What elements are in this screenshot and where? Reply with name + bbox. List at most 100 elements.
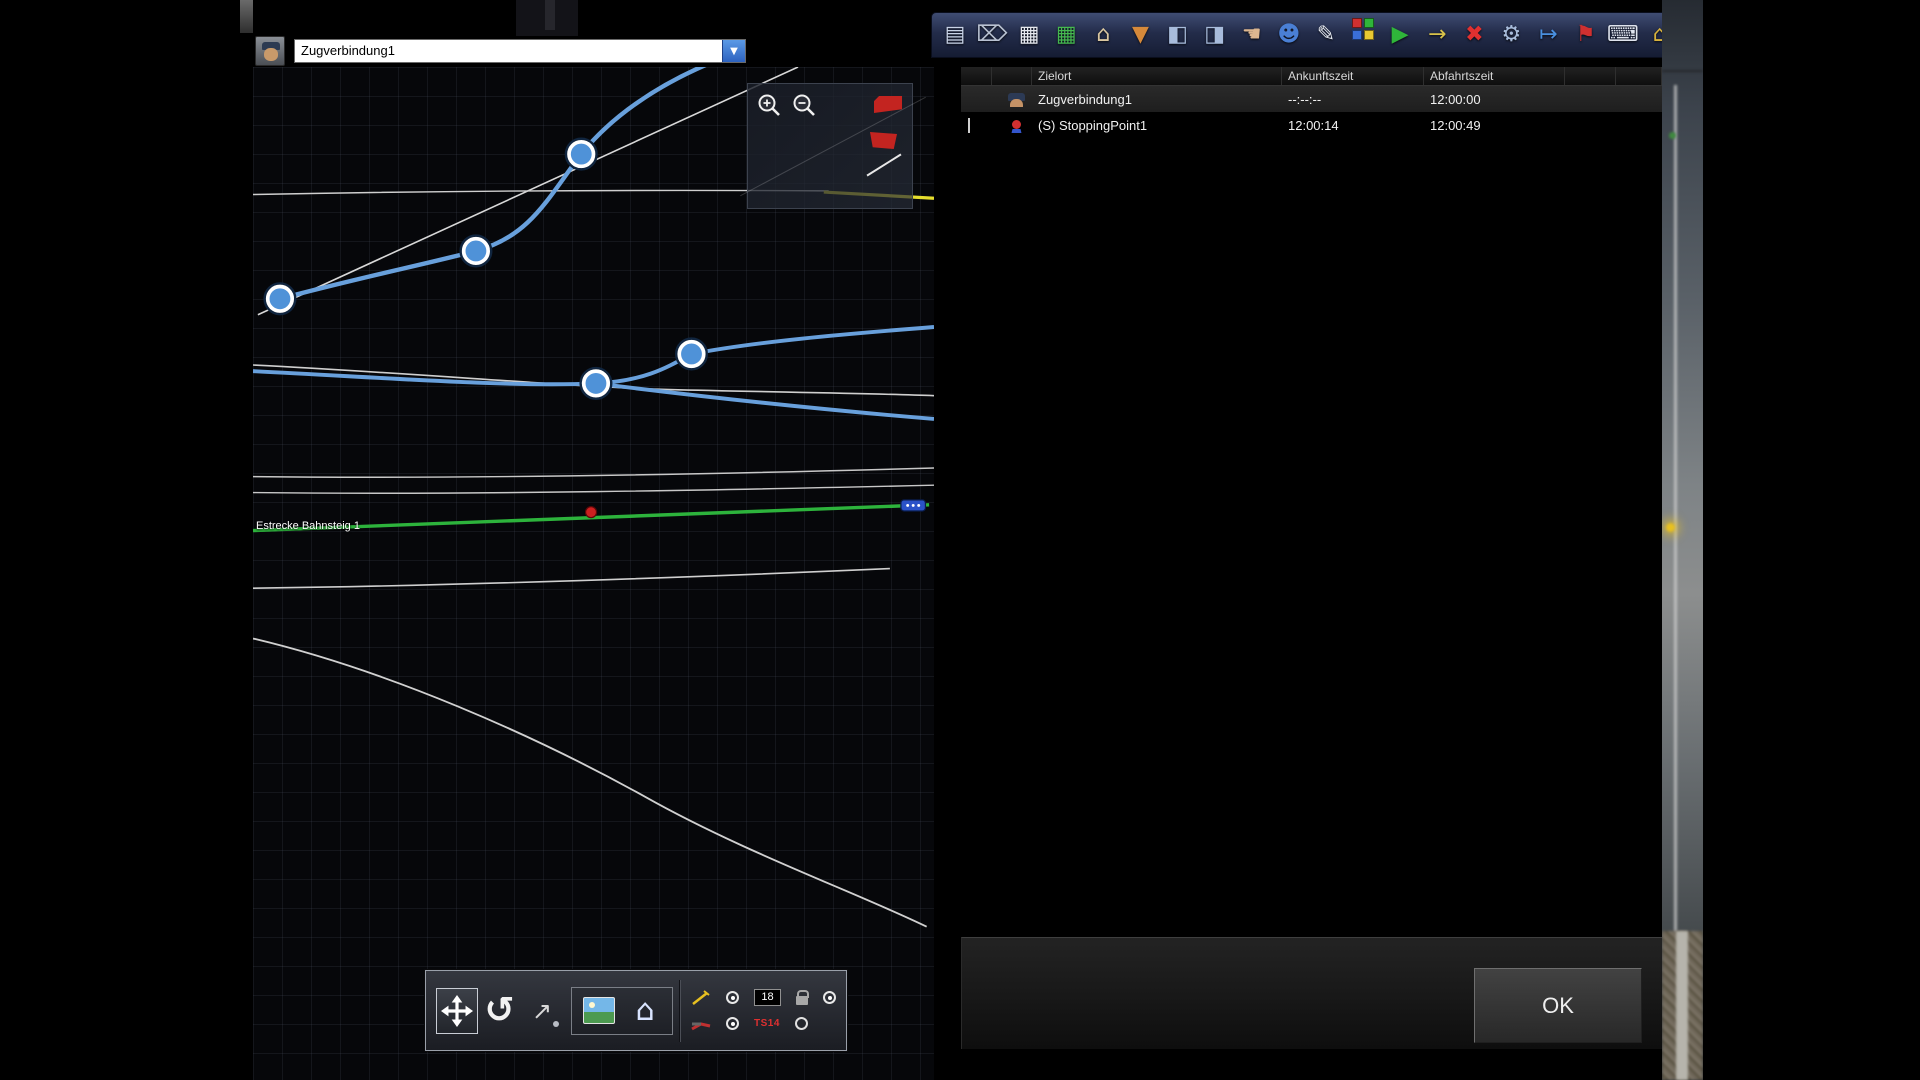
rotate-icon: ↺ — [485, 993, 515, 1029]
stop-marker[interactable] — [586, 507, 597, 518]
goto-pin-button[interactable]: ↗ — [521, 988, 563, 1034]
game-world-strip — [1662, 0, 1703, 1080]
rotate-button[interactable]: ↺ — [478, 988, 520, 1034]
switch-option-icon[interactable] — [691, 1017, 711, 1031]
top-toolbar: ▤⌦▦▦⌂▼◧◨☚☻✎▶→✖⚙↦⚑⌨⌂ — [931, 12, 1684, 58]
row-departure: 12:00:49 — [1424, 118, 1565, 133]
train-marker[interactable] — [901, 500, 925, 511]
control-point[interactable] — [679, 342, 703, 367]
grid-icon[interactable]: ▦ — [1014, 18, 1044, 52]
toolbar-divider — [679, 980, 681, 1042]
chevron-down-icon: ▼ — [730, 46, 738, 57]
enter-door-icon[interactable]: ↦ — [1534, 18, 1564, 52]
train-connection-dropdown[interactable]: Zugverbindung1 ▼ — [294, 39, 746, 63]
doc-settings-icon[interactable]: ⚙ — [1496, 18, 1526, 52]
schedule-row-train[interactable]: Zugverbindung1 --:--:-- 12:00:00 — [961, 86, 1662, 112]
goto-pin-icon: ↗ — [532, 997, 552, 1025]
remove-point-icon[interactable]: ✖ — [1459, 18, 1489, 52]
row-check-cell — [961, 118, 992, 133]
panel-right-icon[interactable]: ◨ — [1200, 18, 1230, 52]
row-checkbox[interactable] — [968, 118, 970, 133]
header-zielort[interactable]: Zielort — [1032, 67, 1282, 85]
map-toolbar: ↺ ↗ ⌂ 18 — [425, 970, 847, 1051]
hand-icon[interactable]: ☚ — [1237, 18, 1267, 52]
zoom-level-value[interactable]: 18 — [754, 989, 781, 1006]
signal-light-green — [1669, 132, 1676, 139]
track-diagram — [253, 67, 934, 1080]
track-line — [253, 485, 934, 493]
arrow-down-icon[interactable]: ▼ — [1125, 18, 1155, 52]
dialog-bottom-panel: OK — [961, 937, 1662, 1049]
keyboard-icon[interactable]: ⌨ — [1608, 18, 1638, 52]
home-icon: ⌂ — [636, 996, 655, 1026]
header-ankunftszeit[interactable]: Ankunftszeit — [1282, 67, 1424, 85]
header-extra-2 — [1616, 67, 1662, 85]
schedule-row-stopping-point[interactable]: (S) StoppingPoint1 12:00:14 12:00:49 — [961, 112, 1662, 138]
row-arrival: 12:00:14 — [1282, 118, 1424, 133]
people-icon[interactable]: ☻ — [1274, 18, 1304, 52]
add-point-icon[interactable]: ▶ — [1385, 18, 1415, 52]
zoom-in-button[interactable] — [756, 92, 783, 119]
color-squares-icon[interactable] — [1348, 18, 1378, 52]
flag-icon[interactable]: ⚑ — [1571, 18, 1601, 52]
zoom-out-button[interactable] — [791, 92, 818, 119]
lock-icon[interactable] — [796, 996, 808, 1005]
row-zielort: (S) StoppingPoint1 — [1032, 118, 1282, 133]
game-screen: Estrecke Bahnsteig 1 — [0, 0, 1920, 1080]
row-zielort: Zugverbindung1 — [1032, 92, 1282, 107]
header-checkbox-column — [961, 67, 992, 85]
track-name-label: Estrecke Bahnsteig 1 — [253, 519, 363, 533]
option-radio-1[interactable] — [726, 991, 739, 1004]
control-point[interactable] — [584, 371, 608, 396]
option-radio-3[interactable] — [726, 1017, 739, 1030]
control-points — [265, 139, 707, 399]
minimap-inset[interactable] — [747, 83, 913, 209]
minimap-white-segment — [867, 154, 902, 177]
delete-icon[interactable]: ⌦ — [977, 18, 1007, 52]
snapshot-button[interactable] — [581, 995, 617, 1027]
grid-green-icon[interactable]: ▦ — [1051, 18, 1081, 52]
conductor-face-icon — [264, 48, 278, 61]
header-icon-column — [992, 67, 1032, 85]
control-point[interactable] — [464, 239, 488, 264]
catenary-wire — [1662, 70, 1703, 72]
option-radio-2[interactable] — [823, 991, 836, 1004]
view-subpanel: ⌂ — [571, 987, 673, 1035]
timetable-header: Zielort Ankunftszeit Abfahrtszeit — [961, 67, 1662, 86]
red-signal-icon-2[interactable] — [870, 132, 897, 149]
panel-left-icon[interactable]: ◧ — [1163, 18, 1193, 52]
zoom-out-icon — [791, 92, 818, 119]
header-extra-1 — [1565, 67, 1616, 85]
timetable-panel: Zielort Ankunftszeit Abfahrtszeit Zugver… — [961, 67, 1662, 937]
scene-shadow — [545, 0, 555, 30]
track-line — [253, 569, 890, 589]
lamp-glow — [1666, 523, 1675, 532]
save-icon[interactable]: ▤ — [940, 18, 970, 52]
header-abfahrtszeit[interactable]: Abfahrtszeit — [1424, 67, 1565, 85]
home-view-button[interactable]: ⌂ — [627, 993, 663, 1029]
row-icon-cell — [992, 92, 1032, 107]
options-cluster: 18 TS14 — [691, 988, 836, 1034]
edit-schedule-icon[interactable]: ✎ — [1311, 18, 1341, 52]
option-radio-4[interactable] — [795, 1017, 808, 1030]
row-icon-cell — [992, 118, 1032, 133]
track-curve — [253, 638, 927, 926]
route-map-panel[interactable]: Estrecke Bahnsteig 1 — [253, 67, 934, 1080]
control-point[interactable] — [268, 287, 292, 312]
home-up-icon[interactable]: ⌂ — [1088, 18, 1118, 52]
zoom-in-icon — [756, 92, 783, 119]
ok-button[interactable]: OK — [1474, 968, 1642, 1043]
row-departure: 12:00:00 — [1424, 92, 1565, 107]
row-arrival: --:--:-- — [1282, 92, 1424, 107]
dropdown-arrow-button[interactable]: ▼ — [722, 40, 745, 62]
move-button[interactable] — [436, 988, 478, 1034]
route-spline-branch[interactable] — [596, 383, 934, 419]
route-spline-upper[interactable] — [280, 67, 718, 299]
insert-point-icon[interactable]: → — [1422, 18, 1452, 52]
platform-edge — [1676, 931, 1688, 1080]
control-point[interactable] — [569, 142, 593, 167]
ts-label: TS14 — [754, 1018, 780, 1029]
snapshot-icon — [583, 997, 615, 1024]
dropdown-value: Zugverbindung1 — [295, 40, 722, 62]
signal-option-icon[interactable] — [691, 990, 711, 1006]
